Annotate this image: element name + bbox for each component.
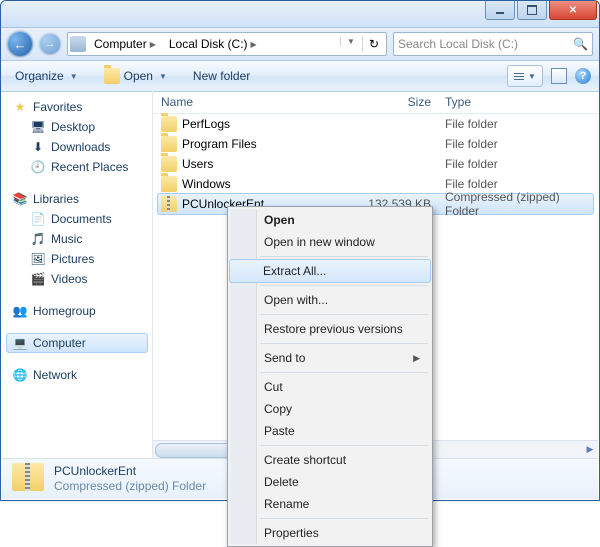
nav-back-button[interactable]: ← [7,31,33,57]
menu-create-shortcut[interactable]: Create shortcut [230,449,430,471]
menu-rename[interactable]: Rename [230,493,430,515]
col-type[interactable]: Type [445,95,598,109]
folder-icon [104,68,120,84]
sidebar-item-recent[interactable]: 🕘Recent Places [2,157,152,177]
sidebar-homegroup[interactable]: 👥Homegroup [2,301,152,321]
sidebar-favorites[interactable]: ★Favorites [2,97,152,117]
file-row[interactable]: PerfLogs File folder [153,114,598,134]
search-icon: 🔍 [573,37,588,51]
file-type: File folder [445,157,598,171]
address-dropdown[interactable]: ▼ [340,37,362,46]
file-type: File folder [445,177,598,191]
file-row[interactable]: Users File folder [153,154,598,174]
folder-icon [161,176,177,192]
file-type: Compressed (zipped) Folder [445,190,593,218]
column-headers[interactable]: Name Size Type [153,91,598,114]
sidebar-item-videos[interactable]: 🎬Videos [2,269,152,289]
search-placeholder: Search Local Disk (C:) [398,37,518,51]
libraries-icon: 📚 [12,191,28,207]
drive-icon [70,36,86,52]
folder-icon [161,156,177,172]
search-input[interactable]: Search Local Disk (C:) 🔍 [393,32,593,56]
music-icon: 🎵 [30,231,46,247]
details-type: Compressed (zipped) Folder [54,479,206,494]
menu-restore-versions[interactable]: Restore previous versions [230,318,430,340]
nav-pane: ★Favorites 🖥Desktop ⬇Downloads 🕘Recent P… [2,91,153,458]
star-icon: ★ [12,99,28,115]
menu-open-new-window[interactable]: Open in new window [230,231,430,253]
menu-properties[interactable]: Properties [230,522,430,544]
menu-send-to[interactable]: Send to▶ [230,347,430,369]
menu-copy[interactable]: Copy [230,398,430,420]
file-row[interactable]: Program Files File folder [153,134,598,154]
details-icon [12,463,44,495]
file-name: PerfLogs [182,117,230,131]
menu-open[interactable]: Open [230,209,430,231]
new-folder-button[interactable]: New folder [187,66,256,86]
file-type: File folder [445,137,598,151]
sidebar-network[interactable]: 🌐Network [2,365,152,385]
menu-delete[interactable]: Delete [230,471,430,493]
menu-cut[interactable]: Cut [230,376,430,398]
sidebar-item-desktop[interactable]: 🖥Desktop [2,117,152,137]
menu-open-with[interactable]: Open with... [230,289,430,311]
maximize-button[interactable] [517,1,547,20]
help-icon[interactable]: ? [575,68,591,84]
col-size[interactable]: Size [351,95,445,109]
address-row: ← → Computer▶ Local Disk (C:)▶ ▼ ↻ Searc… [1,28,599,61]
homegroup-icon: 👥 [12,303,28,319]
breadcrumb-drive[interactable]: Local Disk (C:)▶ [163,33,264,55]
sidebar-item-downloads[interactable]: ⬇Downloads [2,137,152,157]
scroll-right-icon[interactable]: ▶ [582,442,598,457]
address-refresh[interactable]: ↻ [362,37,386,51]
videos-icon: 🎬 [30,271,46,287]
folder-icon [161,116,177,132]
breadcrumb-computer[interactable]: Computer▶ [88,33,163,55]
view-button[interactable]: ▼ [507,65,543,87]
pictures-icon: 🖼 [30,251,46,267]
folder-icon [161,136,177,152]
open-button[interactable]: Open▼ [98,65,173,87]
organize-button[interactable]: Organize▼ [9,66,84,86]
desktop-icon: 🖥 [30,119,46,135]
network-icon: 🌐 [12,367,28,383]
sidebar-computer[interactable]: 💻Computer [6,333,148,353]
menu-paste[interactable]: Paste [230,420,430,442]
file-type: File folder [445,117,598,131]
details-name: PCUnlockerEnt [54,464,206,479]
minimize-button[interactable] [485,1,515,20]
file-name: Windows [182,177,231,191]
computer-icon: 💻 [12,335,28,351]
menu-extract-all[interactable]: Extract All... [229,259,431,283]
sidebar-libraries[interactable]: 📚Libraries [2,189,152,209]
downloads-icon: ⬇ [30,139,46,155]
col-name[interactable]: Name [161,95,351,109]
file-name: Program Files [182,137,257,151]
documents-icon: 📄 [30,211,46,227]
explorer-window: ✕ ← → Computer▶ Local Disk (C:)▶ ▼ ↻ Sea… [0,0,600,501]
sidebar-item-pictures[interactable]: 🖼Pictures [2,249,152,269]
zip-icon [12,463,44,491]
toolbar: Organize▼ Open▼ New folder ▼ ? [1,61,599,92]
file-name: Users [182,157,213,171]
submenu-arrow-icon: ▶ [413,353,420,364]
sidebar-item-documents[interactable]: 📄Documents [2,209,152,229]
titlebar[interactable]: ✕ [1,1,599,28]
close-button[interactable]: ✕ [549,1,597,20]
address-bar[interactable]: Computer▶ Local Disk (C:)▶ ▼ ↻ [67,32,387,56]
zip-icon [161,196,177,212]
recent-icon: 🕘 [30,159,46,175]
nav-forward-button[interactable]: → [39,33,61,55]
sidebar-item-music[interactable]: 🎵Music [2,229,152,249]
context-menu: Open Open in new window Extract All... O… [227,206,433,547]
preview-pane-button[interactable] [551,68,567,84]
